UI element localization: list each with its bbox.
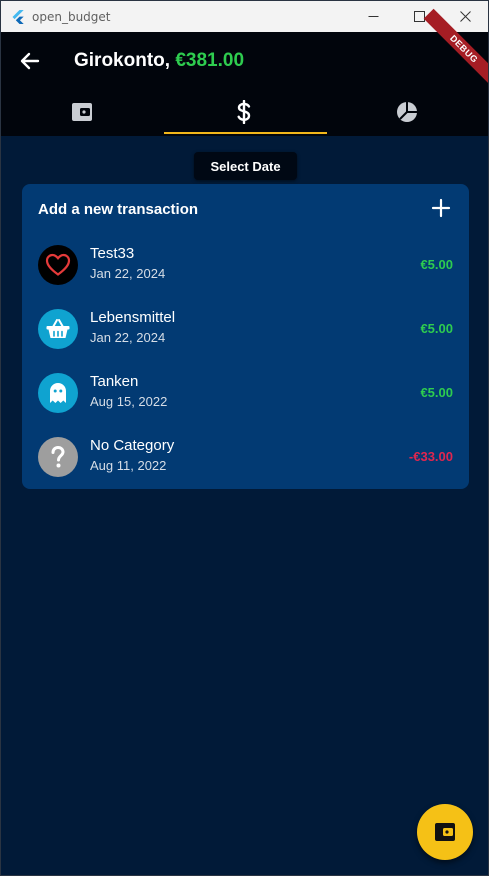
close-icon [459, 11, 471, 22]
app-bar: Girokonto, €381.00 DEBUG [1, 8, 488, 136]
flutter-logo-icon [12, 9, 24, 24]
ghost-icon [50, 383, 66, 403]
title-bar: open_budget [1, 1, 488, 32]
category-avatar [38, 309, 78, 349]
transaction-name: Tanken [90, 373, 139, 390]
select-date-button[interactable]: Select Date [194, 152, 297, 180]
arrow-back-icon [20, 52, 40, 70]
question-icon [51, 445, 65, 468]
transaction-date: Jan 22, 2024 [90, 330, 166, 345]
transaction-name: Lebensmittel [90, 309, 176, 326]
category-avatar [38, 373, 78, 413]
transaction-item[interactable]: Test33 Jan 22, 2024 €5.00 [22, 233, 469, 297]
minimize-icon [368, 16, 378, 17]
account-balance: €381.00 [175, 50, 245, 71]
transaction-amount: -€33.00 [408, 449, 453, 464]
add-transaction-button[interactable] [431, 198, 451, 218]
transaction-amount: €5.00 [420, 385, 453, 400]
wallet-icon [72, 103, 93, 121]
category-avatar [38, 245, 78, 285]
transaction-amount: €5.00 [420, 257, 453, 272]
page-title: Girokonto, €381.00 [74, 50, 244, 72]
window-title: open_budget [32, 9, 111, 24]
dollar-icon [237, 100, 251, 124]
transaction-date: Aug 11, 2022 [90, 458, 167, 473]
minimize-button[interactable] [350, 1, 396, 32]
wallet-fab-button[interactable] [417, 804, 473, 860]
transaction-item[interactable]: No Category Aug 11, 2022 -€33.00 [22, 425, 469, 489]
transaction-name: No Category [90, 437, 175, 454]
transaction-item[interactable]: Lebensmittel Jan 22, 2024 €5.00 [22, 297, 469, 361]
wallet-icon [435, 823, 455, 841]
transactions-card: Add a new transaction Test33 Jan 22, 202… [22, 184, 469, 489]
heart-icon [45, 253, 71, 276]
category-avatar [38, 437, 78, 477]
back-button[interactable] [18, 49, 42, 73]
transaction-name: Test33 [90, 245, 135, 262]
tab-transactions[interactable] [163, 88, 325, 136]
maximize-icon [413, 11, 425, 22]
add-transaction-heading: Add a new transaction [38, 201, 199, 218]
window-controls [350, 1, 488, 32]
tab-bar [1, 88, 488, 136]
tab-accounts[interactable] [1, 88, 163, 136]
transaction-amount: €5.00 [420, 321, 453, 336]
basket-icon [46, 319, 70, 338]
plus-icon [431, 198, 451, 218]
transaction-date: Aug 15, 2022 [90, 394, 168, 409]
transaction-date: Jan 22, 2024 [90, 266, 166, 281]
tab-statistics[interactable] [326, 88, 488, 136]
app-window: open_budget Girokonto, €381.00 DEBUG Sel… [0, 0, 489, 876]
transaction-item[interactable]: Tanken Aug 15, 2022 €5.00 [22, 361, 469, 425]
tab-indicator [164, 132, 327, 134]
pie-chart-icon [396, 102, 417, 122]
account-name: Girokonto, [74, 50, 171, 71]
